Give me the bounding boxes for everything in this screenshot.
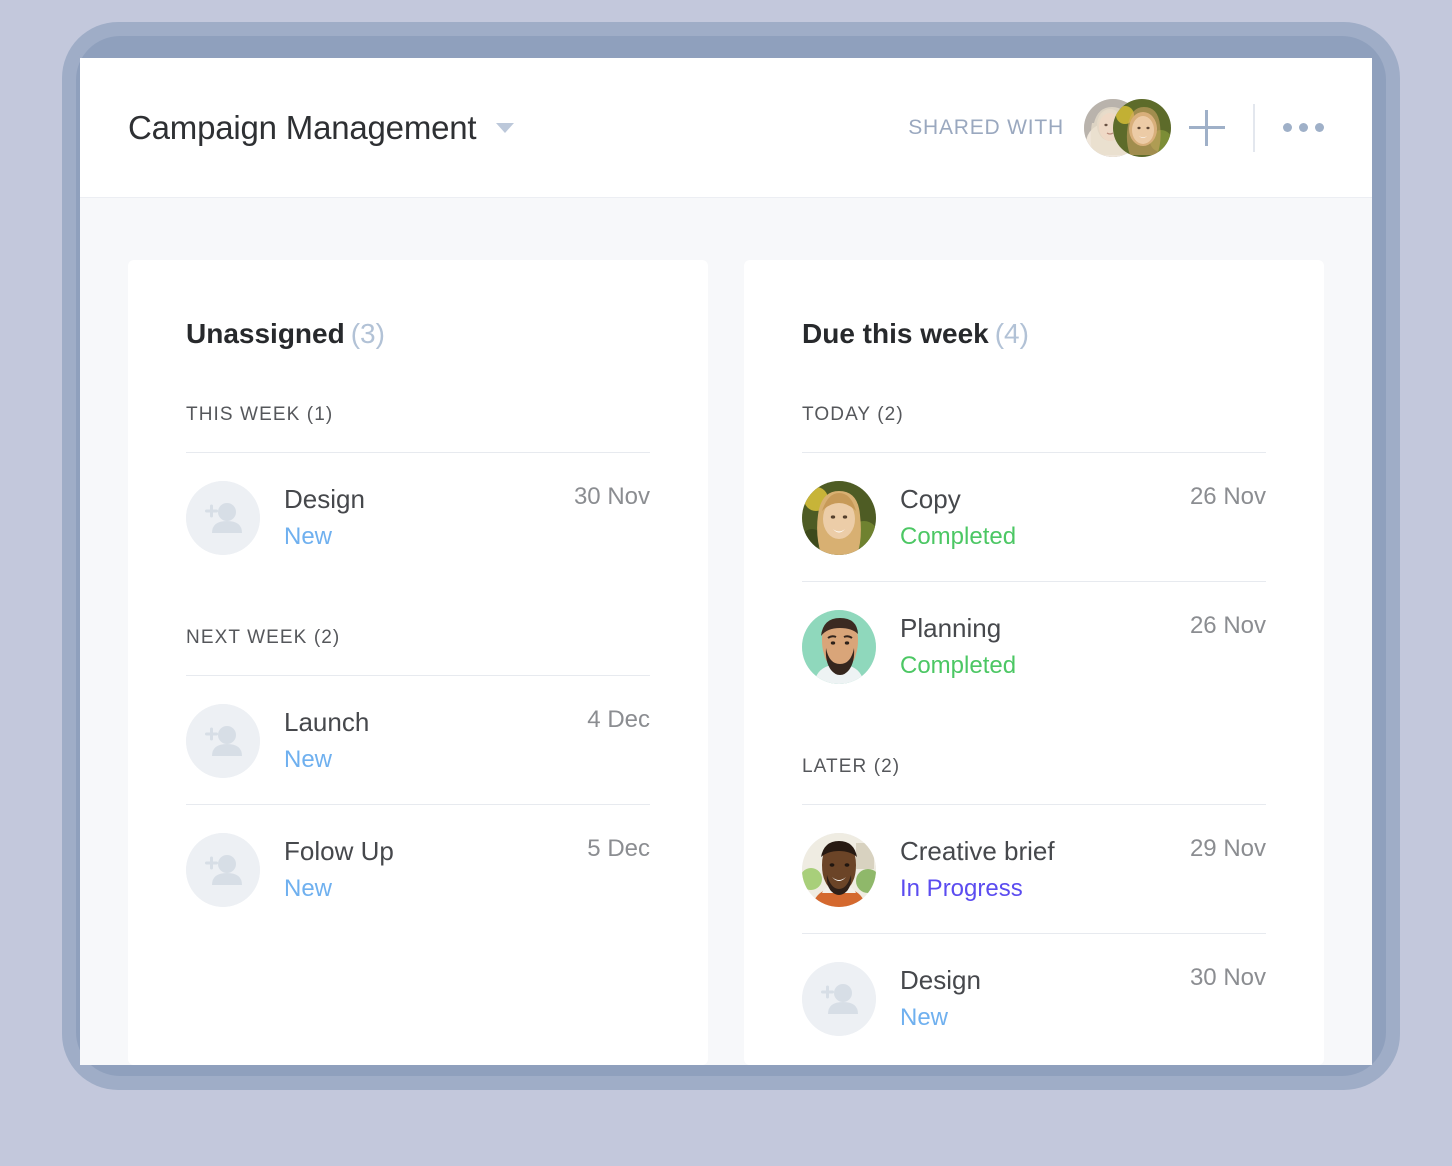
task-name: Design [284, 484, 365, 514]
task-status[interactable]: Completed [900, 652, 1190, 681]
task-name: Planning [900, 613, 1002, 643]
avatar-image [802, 481, 876, 555]
avatar-image [802, 833, 876, 907]
page-title: Campaign Management [128, 108, 477, 146]
task-status[interactable]: New [284, 746, 587, 775]
shared-avatar-stack[interactable] [1084, 98, 1171, 157]
section-label: THIS WEEK (1) [186, 404, 334, 425]
task-row[interactable]: Folow Up New 5 Dec [186, 805, 650, 933]
task-date: 26 Nov [1189, 483, 1266, 510]
add-person-icon [186, 481, 260, 555]
task-main: Folow Up New [284, 836, 587, 904]
more-horizontal-icon[interactable] [1283, 123, 1324, 132]
task-date: 30 Nov [1189, 964, 1266, 991]
section-label: TODAY (2) [802, 404, 904, 425]
task-row[interactable]: Planning Completed 26 Nov [802, 582, 1266, 710]
avatar-image [802, 610, 876, 684]
column-title-text: Unassigned [186, 318, 345, 349]
section-this-week: THIS WEEK (1) Design New 30 Nov [186, 404, 650, 581]
dot [1315, 123, 1324, 132]
header-divider [1253, 103, 1255, 152]
column-title: Due this week (4) [802, 318, 1266, 350]
add-person-icon [802, 962, 876, 1036]
header-actions: SHARED WITH [908, 98, 1324, 157]
task-row[interactable]: Copy Completed 26 Nov [802, 453, 1266, 581]
dot [1283, 123, 1292, 132]
task-status[interactable]: New [284, 523, 574, 552]
add-person-placeholder-avatar[interactable] [802, 962, 876, 1036]
dot [1299, 123, 1308, 132]
add-person-placeholder-avatar[interactable] [186, 481, 260, 555]
task-date: 29 Nov [1189, 835, 1266, 862]
task-main: Design New [900, 965, 1190, 1033]
task-status[interactable]: New [284, 875, 587, 904]
avatar-image [1113, 98, 1171, 157]
avatar-blonde-woman[interactable] [802, 481, 876, 555]
chevron-down-icon[interactable] [496, 122, 515, 133]
shared-with-label: SHARED WITH [908, 115, 1064, 139]
task-main: Design New [284, 484, 574, 552]
app-header: Campaign Management SHARED WITH [80, 58, 1372, 198]
add-person-icon [186, 833, 260, 907]
section-later: LATER (2) Creative brief In Progress 29 … [802, 756, 1266, 1062]
column-card-due-this-week: Due this week (4) TODAY (2) Copy Complet… [744, 260, 1324, 1065]
column-title-count: (4) [994, 318, 1029, 349]
section-next-week: NEXT WEEK (2) Launch New 4 Dec Folow Up … [186, 627, 650, 933]
section-label: LATER (2) [802, 756, 901, 777]
section-label: NEXT WEEK (2) [186, 627, 341, 648]
task-status[interactable]: Completed [900, 523, 1190, 552]
task-main: Copy Completed [900, 484, 1190, 552]
column-title: Unassigned (3) [186, 318, 650, 350]
avatar-blonde-woman-2[interactable] [1113, 98, 1171, 157]
add-person-placeholder-avatar[interactable] [186, 704, 260, 778]
add-person-icon [186, 704, 260, 778]
task-name: Launch [284, 707, 370, 737]
board-body: Unassigned (3) THIS WEEK (1) Design New … [80, 198, 1372, 1065]
task-date: 4 Dec [587, 706, 650, 733]
task-main: Planning Completed [900, 613, 1190, 681]
task-row[interactable]: Design New 30 Nov [186, 453, 650, 581]
task-date: 26 Nov [1189, 612, 1266, 639]
project-title-dropdown[interactable]: Campaign Management [128, 108, 515, 147]
task-status[interactable]: New [900, 1004, 1190, 1033]
task-name: Design [900, 965, 981, 995]
plus-icon[interactable] [1189, 109, 1225, 146]
task-date: 30 Nov [573, 483, 650, 510]
column-card-unassigned: Unassigned (3) THIS WEEK (1) Design New … [128, 260, 708, 1065]
task-name: Folow Up [284, 836, 394, 866]
app-window: Campaign Management SHARED WITH Unassign… [80, 58, 1372, 1065]
task-name: Copy [900, 484, 961, 514]
section-today: TODAY (2) Copy Completed 26 Nov Planning… [802, 404, 1266, 710]
task-name: Creative brief [900, 836, 1055, 866]
task-row[interactable]: Design New 30 Nov [802, 934, 1266, 1062]
task-main: Launch New [284, 707, 587, 775]
task-row[interactable]: Launch New 4 Dec [186, 676, 650, 804]
column-title-text: Due this week [802, 318, 989, 349]
screenshot-stage: Campaign Management SHARED WITH Unassign… [0, 0, 1452, 1166]
task-date: 5 Dec [587, 835, 650, 862]
task-main: Creative brief In Progress [900, 836, 1190, 904]
avatar-smiling-man[interactable] [802, 833, 876, 907]
task-status[interactable]: In Progress [900, 875, 1190, 904]
add-person-placeholder-avatar[interactable] [186, 833, 260, 907]
column-title-count: (3) [350, 318, 385, 349]
task-row[interactable]: Creative brief In Progress 29 Nov [802, 805, 1266, 933]
avatar-bearded-man[interactable] [802, 610, 876, 684]
